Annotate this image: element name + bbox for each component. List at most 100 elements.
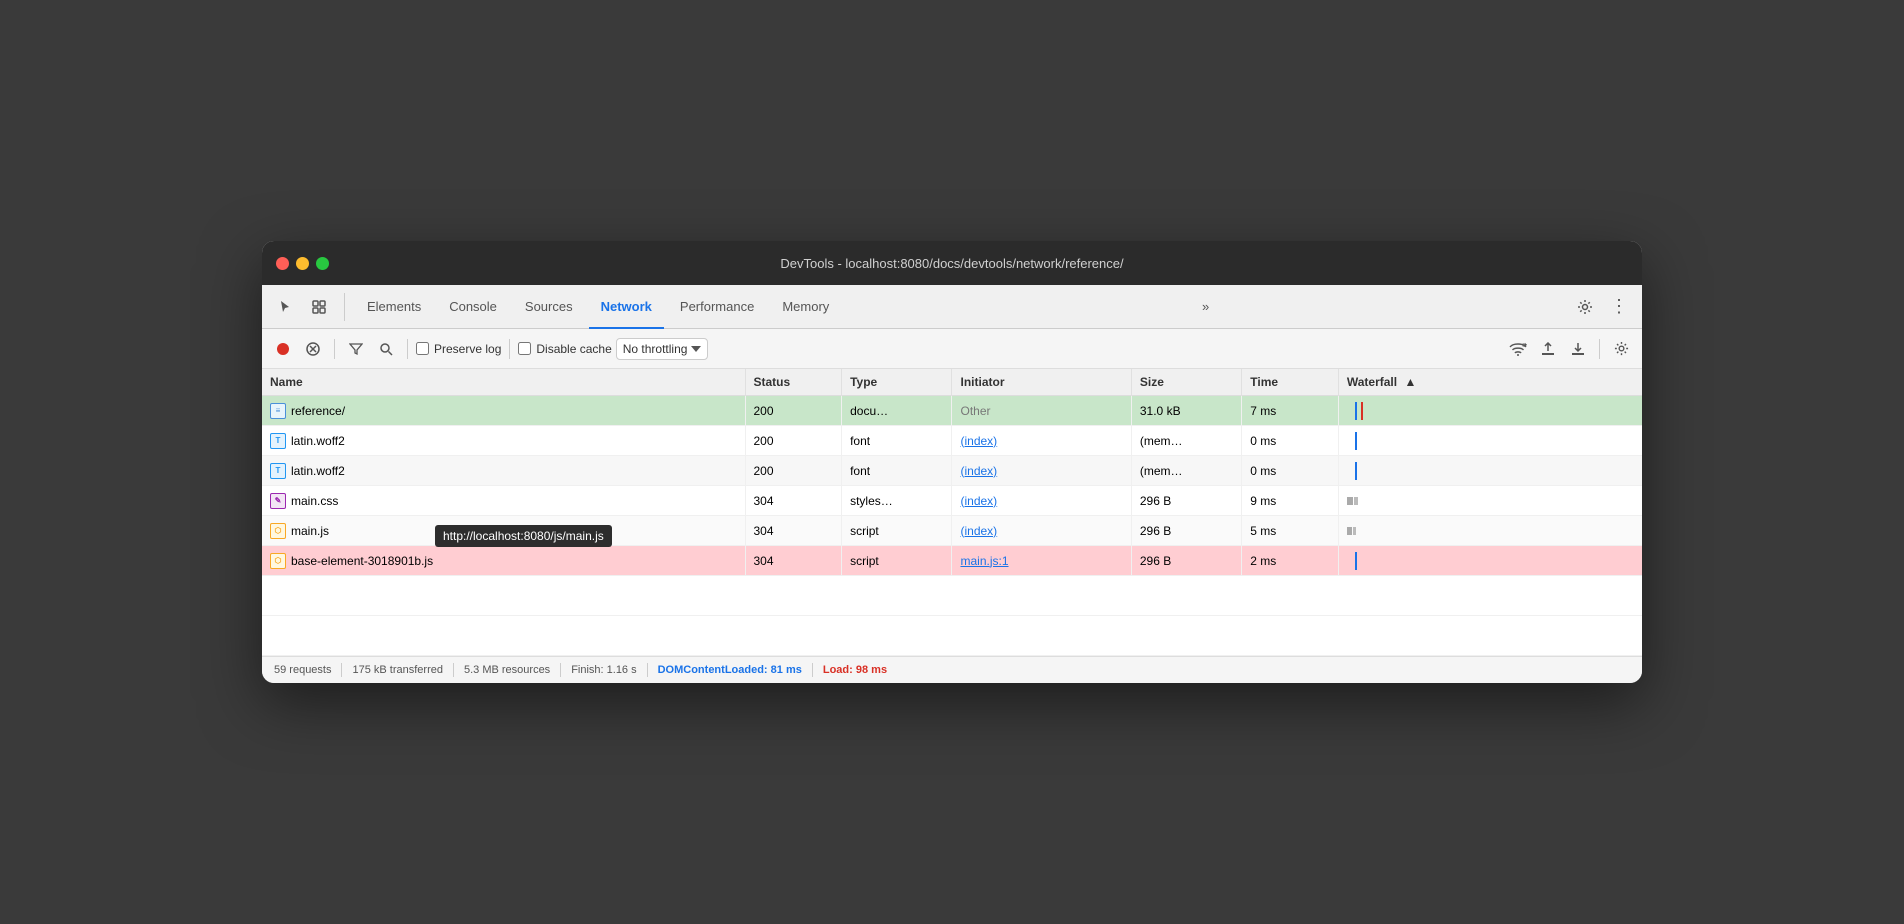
font-file-icon: T [270, 463, 286, 479]
dom-loaded-value: 81 ms [771, 664, 802, 676]
tab-performance[interactable]: Performance [668, 285, 766, 329]
filter-btn[interactable] [343, 336, 369, 362]
table-row[interactable]: ⬡ main.js http://localhost:8080/js/main.… [262, 516, 1642, 546]
network-toolbar: Preserve log Disable cache No throttling [262, 329, 1642, 369]
initiator-link[interactable]: (index) [960, 434, 997, 448]
tab-network[interactable]: Network [589, 285, 664, 329]
name-cell: ⬡ base-element-3018901b.js [262, 546, 745, 576]
preserve-log-label[interactable]: Preserve log [416, 342, 501, 356]
tab-elements[interactable]: Elements [355, 285, 433, 329]
status-cell: 200 [745, 426, 842, 456]
type-cell: docu… [842, 396, 952, 426]
initiator-cell: main.js:1 [952, 546, 1131, 576]
font-file-icon: T [270, 433, 286, 449]
col-name[interactable]: Name [262, 369, 745, 396]
window-title: DevTools - localhost:8080/docs/devtools/… [780, 256, 1123, 271]
row-name: main.js [291, 524, 329, 538]
status-cell: 304 [745, 516, 842, 546]
chevron-down-icon [691, 346, 701, 352]
name-cell: ✎ main.css [262, 486, 745, 516]
type-cell: script [842, 546, 952, 576]
type-cell: font [842, 456, 952, 486]
table-row[interactable]: T latin.woff2 200 font (index) (mem… 0 m… [262, 456, 1642, 486]
table-row[interactable]: ✎ main.css 304 styles… (index) 296 B 9 m… [262, 486, 1642, 516]
table-row[interactable]: ≡ reference/ 200 docu… Other 31.0 kB 7 m… [262, 396, 1642, 426]
throttle-select[interactable]: No throttling [616, 338, 709, 360]
col-initiator[interactable]: Initiator [952, 369, 1131, 396]
minimize-button[interactable] [296, 257, 309, 270]
status-bar: 59 requests 175 kB transferred 5.3 MB re… [262, 656, 1642, 683]
wf-bar [1355, 432, 1357, 450]
close-button[interactable] [276, 257, 289, 270]
type-cell: styles… [842, 486, 952, 516]
status-sep-3 [560, 663, 561, 677]
initiator-cell: (index) [952, 516, 1131, 546]
waterfall-label: Waterfall [1347, 375, 1397, 389]
cursor-icon-btn[interactable] [270, 292, 300, 322]
finish-time: Finish: 1.16 s [571, 664, 636, 676]
traffic-lights [276, 257, 329, 270]
waterfall-cell [1338, 486, 1642, 516]
name-cell: ≡ reference/ [262, 396, 745, 426]
initiator-link[interactable]: (index) [960, 494, 997, 508]
wifi-settings-btn[interactable]: ✦ [1505, 336, 1531, 362]
initiator-link[interactable]: (index) [960, 464, 997, 478]
col-size[interactable]: Size [1131, 369, 1241, 396]
preserve-log-text: Preserve log [434, 342, 501, 356]
maximize-button[interactable] [316, 257, 329, 270]
transferred-size: 175 kB transferred [352, 664, 443, 676]
search-btn[interactable] [373, 336, 399, 362]
initiator-link[interactable]: (index) [960, 524, 997, 538]
clear-btn[interactable] [300, 336, 326, 362]
col-time[interactable]: Time [1242, 369, 1339, 396]
initiator-cell: (index) [952, 486, 1131, 516]
tooltip: http://localhost:8080/js/main.js [435, 525, 612, 547]
export-btn[interactable] [1565, 336, 1591, 362]
import-btn[interactable] [1535, 336, 1561, 362]
settings-btn[interactable] [1570, 292, 1600, 322]
gear-icon [1577, 299, 1593, 315]
load-value: 98 ms [856, 664, 887, 676]
size-cell: 296 B [1131, 516, 1241, 546]
tab-memory[interactable]: Memory [770, 285, 841, 329]
record-icon [276, 342, 290, 356]
dom-loaded-label: DOMContentLoaded: [658, 664, 768, 676]
table-row-empty [262, 616, 1642, 656]
cursor-icon [277, 299, 293, 315]
more-tabs-btn[interactable]: » [1190, 285, 1221, 329]
tab-sources[interactable]: Sources [513, 285, 585, 329]
col-type[interactable]: Type [842, 369, 952, 396]
net-settings-btn[interactable] [1608, 336, 1634, 362]
size-cell: 31.0 kB [1131, 396, 1241, 426]
table-row[interactable]: T latin.woff2 200 font (index) (mem… 0 m… [262, 426, 1642, 456]
col-waterfall[interactable]: Waterfall ▲ [1338, 369, 1642, 396]
filter-icon [349, 342, 363, 356]
status-sep-1 [341, 663, 342, 677]
more-options-btn[interactable]: ⋮ [1604, 292, 1634, 322]
row-name: latin.woff2 [291, 464, 345, 478]
initiator-cell: (index) [952, 456, 1131, 486]
table-row[interactable]: ⬡ base-element-3018901b.js 304 script ma… [262, 546, 1642, 576]
net-sep-1 [334, 339, 335, 359]
size-cell: 296 B [1131, 546, 1241, 576]
net-sep-2 [407, 339, 408, 359]
time-cell: 7 ms [1242, 396, 1339, 426]
inspect-element-btn[interactable] [304, 292, 334, 322]
preserve-log-checkbox[interactable] [416, 342, 429, 355]
net-sep-4 [1599, 339, 1600, 359]
net-sep-3 [509, 339, 510, 359]
tab-console[interactable]: Console [437, 285, 509, 329]
wf-bar [1354, 497, 1358, 505]
row-name: reference/ [291, 404, 345, 418]
type-cell: script [842, 516, 952, 546]
initiator-link[interactable]: main.js:1 [960, 554, 1008, 568]
doc-file-icon: ≡ [270, 403, 286, 419]
status-sep-5 [812, 663, 813, 677]
disable-cache-label[interactable]: Disable cache [518, 342, 611, 356]
requests-count: 59 requests [274, 664, 331, 676]
throttle-value: No throttling [623, 342, 688, 356]
size-cell: (mem… [1131, 456, 1241, 486]
disable-cache-checkbox[interactable] [518, 342, 531, 355]
record-btn[interactable] [270, 336, 296, 362]
col-status[interactable]: Status [745, 369, 842, 396]
